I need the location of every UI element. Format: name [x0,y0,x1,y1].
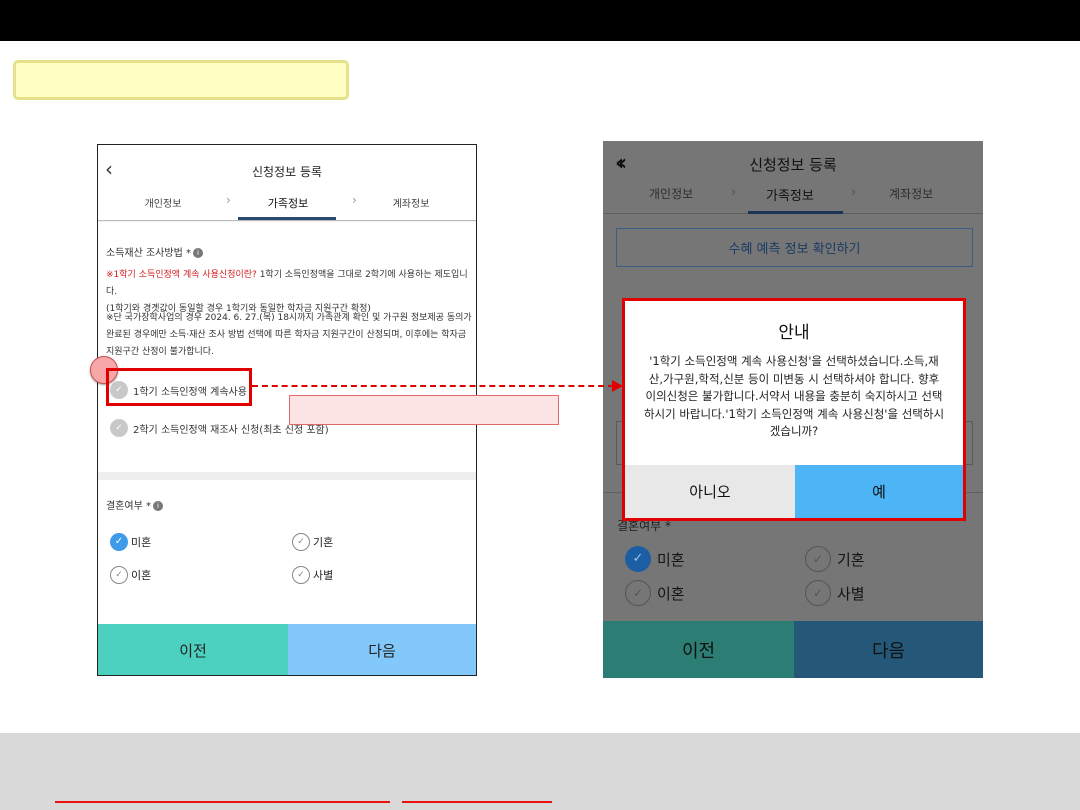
marriage-option-widowed[interactable]: ✓ 사별 [805,580,865,606]
check-icon: ✓ [292,566,310,584]
annotation-arrow-line [252,385,614,387]
income-method-section: 소득재산 조사방법 * i ※1학기 소득인정액 계속 사용신청이란? 1학기 소… [98,222,476,472]
left-bottom-bar: 이전 다음 [98,624,476,675]
arrow-right-icon [612,380,623,392]
dialog-yes-button[interactable]: 예 [795,465,963,518]
dialog-body: '1학기 소득인정액 계속 사용신청'을 선택하셨습니다.소득,재산,가구원,학… [643,354,945,438]
marriage-option-married[interactable]: ✓ 기혼 [805,546,865,572]
marriage-section: 결혼여부 * i ✓ 미혼 ✓ 기혼 ✓ 이혼 ✓ 사별 [98,472,476,624]
dialog-title: 안내 [778,323,810,343]
chevron-right-icon: › [352,193,357,207]
chevron-right-icon: › [731,185,737,200]
info-icon[interactable]: i [152,501,163,511]
dialog-no-button[interactable]: 아니오 [625,465,795,518]
marriage-option-divorced[interactable]: ✓ 이혼 [110,566,151,584]
check-icon: ✓ [805,546,831,572]
check-icon: ✓ [110,419,128,437]
check-icon: ✓ [292,533,310,551]
tab-family-info[interactable]: 가족정보 [766,185,814,204]
check-icon: ✓ [625,546,651,572]
check-icon: ✓ [625,580,651,606]
slide-title-box [13,60,349,100]
marriage-option-married[interactable]: ✓ 기혼 [292,533,333,551]
marriage-option-single[interactable]: ✓ 미혼 [625,546,685,572]
active-tab-indicator [748,211,843,214]
dialog-buttons: 아니오 예 [625,465,963,518]
next-button[interactable]: 다음 [794,621,983,678]
prev-button[interactable]: 이전 [603,621,794,678]
footer-underline [402,801,552,803]
top-bar [0,0,1080,41]
marriage-option-widowed[interactable]: ✓ 사별 [292,566,333,584]
footer-underline [55,801,390,803]
left-page-title: 신청정보 등록 [251,165,323,179]
notice-dialog: 안내 '1학기 소득인정액 계속 사용신청'을 선택하셨습니다.소득,재산,가구… [622,298,966,521]
tab-account-info[interactable]: 계좌정보 [376,195,446,210]
check-icon: ✓ [110,533,128,551]
prev-button[interactable]: 이전 [98,624,288,675]
tab-account-info[interactable]: 계좌정보 [889,185,933,202]
active-tab-indicator [238,217,336,220]
marriage-option-divorced[interactable]: ✓ 이혼 [625,580,685,606]
info-icon[interactable]: i [192,248,203,258]
highlight-box [106,368,252,406]
left-header: ‹ 신청정보 등록 개인정보 › 가족정보 › 계좌정보 [98,145,476,221]
right-page-title: 신청정보 등록 [749,156,837,174]
tab-personal-info[interactable]: 개인정보 [128,195,198,210]
check-icon: ✓ [805,580,831,606]
income-method-label: 소득재산 조사방법 * i [106,244,203,259]
benefit-forecast-button[interactable]: 수혜 예측 정보 확인하기 [616,228,973,267]
marriage-option-single[interactable]: ✓ 미혼 [110,533,151,551]
next-button[interactable]: 다음 [288,624,476,675]
tab-personal-info[interactable]: 개인정보 [649,185,693,202]
notice-2: ※단 국가장학사업의 경우 2024. 6. 27.(목) 18시까지 가족관계… [106,313,472,357]
chevron-right-icon: › [851,185,857,200]
chevron-right-icon: › [226,193,231,207]
check-icon: ✓ [110,566,128,584]
annotation-label-box [289,395,559,425]
right-bottom-bar: 이전 다음 [603,621,983,678]
footer-band [0,733,1080,810]
right-header: ‹‹ 신청정보 등록 개인정보 › 가족정보 › 계좌정보 [603,141,983,214]
tab-family-info[interactable]: 가족정보 [248,195,328,211]
marriage-label: 결혼여부 * i [106,497,163,512]
